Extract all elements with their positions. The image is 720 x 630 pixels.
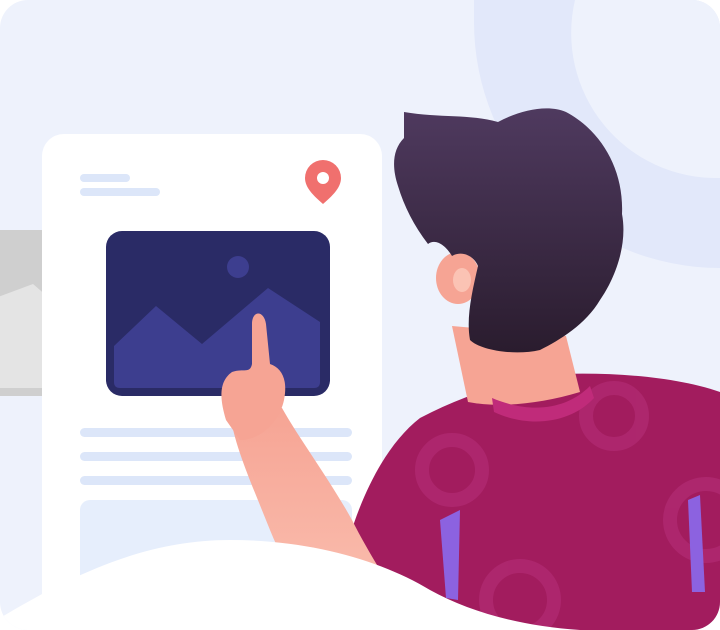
illustration xyxy=(0,0,720,630)
header-line-short xyxy=(80,174,130,182)
sun-dot xyxy=(227,256,249,278)
text-line xyxy=(80,428,352,437)
header-line-long xyxy=(80,188,160,196)
image-placeholder-icon xyxy=(106,231,330,396)
